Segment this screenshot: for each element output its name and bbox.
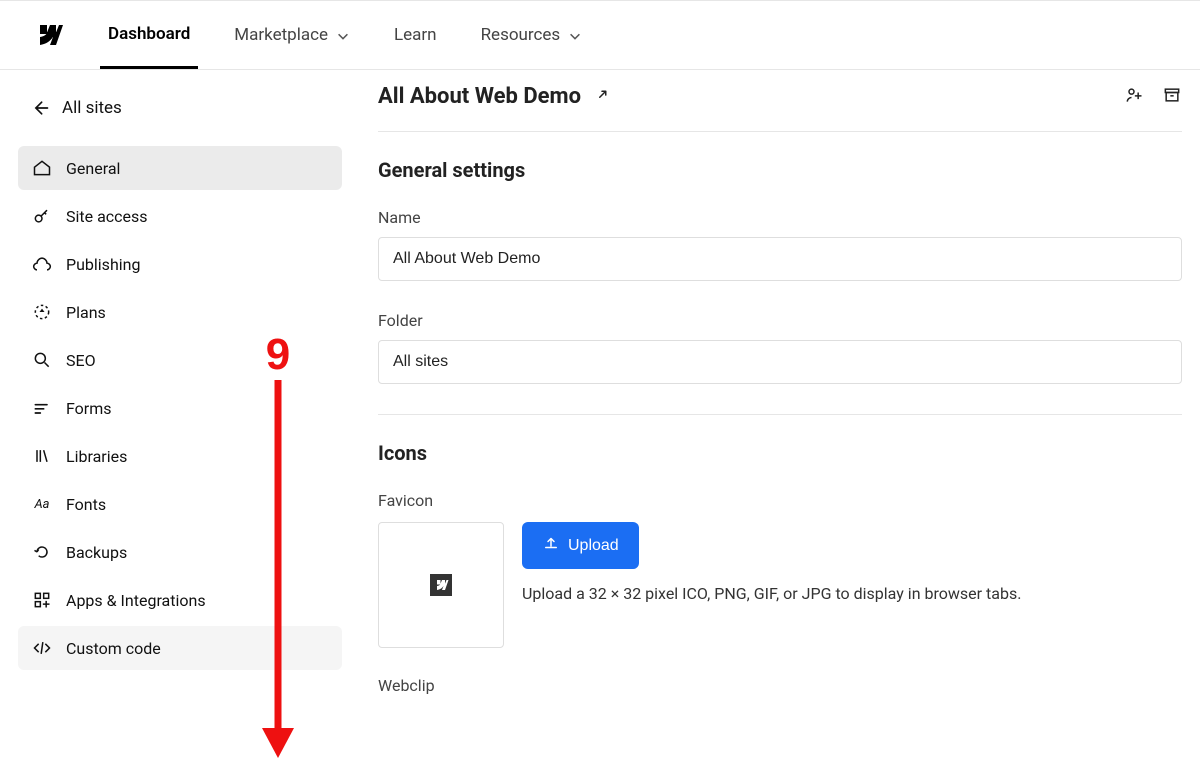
undo-icon (32, 542, 52, 562)
sidebar-item-label: Plans (66, 303, 106, 322)
favicon-image (430, 574, 452, 596)
nav-label: Marketplace (234, 25, 328, 45)
arrow-left-icon (30, 98, 50, 118)
nav-resources[interactable]: Resources (473, 3, 591, 67)
upload-icon (542, 534, 560, 557)
apps-icon (32, 590, 52, 610)
page-header: All About Web Demo (378, 84, 1182, 132)
home-icon (32, 158, 52, 178)
sidebar-item-label: Apps & Integrations (66, 591, 206, 610)
forms-icon (32, 398, 52, 418)
favicon-label: Favicon (378, 491, 1182, 510)
divider (378, 414, 1182, 415)
sidebar-item-label: Backups (66, 543, 127, 562)
upload-label: Upload (568, 537, 619, 555)
layout: 9 All sites General Site access (0, 70, 1200, 745)
sidebar-item-plans[interactable]: Plans (18, 290, 342, 334)
webflow-logo[interactable] (32, 19, 64, 51)
nav-marketplace[interactable]: Marketplace (226, 3, 358, 67)
sidebar-item-seo[interactable]: SEO (18, 338, 342, 382)
main-content: All About Web Demo General setti (360, 70, 1200, 745)
favicon-row: Upload Upload a 32 × 32 pixel ICO, PNG, … (378, 522, 1182, 648)
name-label: Name (378, 208, 1182, 227)
section-title-general: General settings (378, 158, 1182, 182)
webclip-label: Webclip (378, 676, 1182, 695)
field-folder: Folder (378, 311, 1182, 384)
nav-learn[interactable]: Learn (386, 3, 445, 67)
name-input[interactable] (378, 237, 1182, 281)
key-icon (32, 206, 52, 226)
sidebar-item-label: Publishing (66, 255, 140, 274)
sidebar-item-apps[interactable]: Apps & Integrations (18, 578, 342, 622)
sidebar: All sites General Site access Publishing (0, 70, 360, 745)
sidebar-item-label: Site access (66, 207, 148, 226)
top-nav: Dashboard Marketplace Learn Resources (0, 0, 1200, 70)
nav-label: Dashboard (108, 24, 190, 44)
publish-icon (32, 254, 52, 274)
sidebar-item-backups[interactable]: Backups (18, 530, 342, 574)
sidebar-item-label: Forms (66, 399, 112, 418)
sidebar-item-label: SEO (66, 351, 96, 370)
upload-favicon-button[interactable]: Upload (522, 522, 639, 569)
favicon-hint: Upload a 32 × 32 pixel ICO, PNG, GIF, or… (522, 583, 1021, 605)
sidebar-item-label: General (66, 159, 120, 178)
sidebar-item-label: Libraries (66, 447, 127, 466)
sidebar-item-publishing[interactable]: Publishing (18, 242, 342, 286)
sidebar-item-general[interactable]: General (18, 146, 342, 190)
sidebar-item-forms[interactable]: Forms (18, 386, 342, 430)
back-all-sites[interactable]: All sites (18, 90, 342, 126)
folder-input[interactable] (378, 340, 1182, 384)
sidebar-item-label: Custom code (66, 639, 161, 658)
open-external-icon[interactable] (593, 86, 611, 108)
chevron-down-icon (568, 28, 582, 42)
sidebar-item-custom-code[interactable]: Custom code (18, 626, 342, 670)
page-title: All About Web Demo (378, 84, 581, 109)
nav-dashboard[interactable]: Dashboard (100, 2, 198, 69)
sidebar-item-fonts[interactable]: Aa Fonts (18, 482, 342, 526)
search-icon (32, 350, 52, 370)
section-title-icons: Icons (378, 441, 1182, 465)
chevron-down-icon (336, 28, 350, 42)
code-icon (32, 638, 52, 658)
nav-label: Resources (481, 25, 561, 45)
fonts-icon: Aa (32, 494, 52, 514)
favicon-preview (378, 522, 504, 648)
field-name: Name (378, 208, 1182, 281)
archive-icon[interactable] (1162, 85, 1182, 109)
back-label: All sites (62, 98, 122, 118)
sidebar-item-label: Fonts (66, 495, 106, 514)
nav-label: Learn (394, 25, 437, 45)
sidebar-item-libraries[interactable]: Libraries (18, 434, 342, 478)
plans-icon (32, 302, 52, 322)
share-icon[interactable] (1124, 85, 1144, 109)
folder-label: Folder (378, 311, 1182, 330)
libraries-icon (32, 446, 52, 466)
sidebar-item-site-access[interactable]: Site access (18, 194, 342, 238)
